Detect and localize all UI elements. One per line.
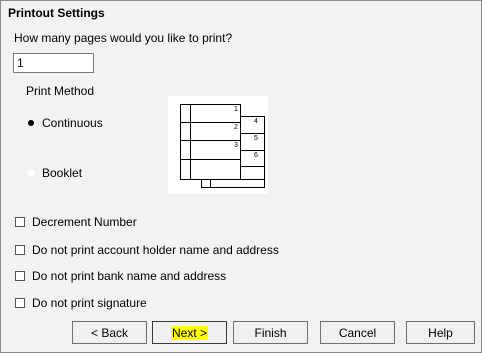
checkbox-label: Do not print account holder name and add… [32,243,279,257]
checkbox-box [15,217,25,227]
checkbox-no-account-holder[interactable]: Do not print account holder name and add… [15,243,279,257]
checkbox-label: Do not print bank name and address [32,269,227,283]
checkbox-label: Decrement Number [32,215,137,229]
back-button[interactable]: < Back [72,321,147,344]
checkbox-box [15,298,25,308]
stack-foot-left [201,179,211,188]
checkbox-box [15,245,25,255]
radio-selected-icon [26,118,36,128]
checkbox-decrement-number[interactable]: Decrement Number [15,215,137,229]
radio-continuous[interactable]: Continuous [26,116,103,130]
stack-foot-right [210,179,265,188]
page-strip-right [240,116,265,180]
print-method-diagram: 1 2 3 4 5 6 [168,96,268,194]
radio-booklet[interactable]: Booklet [26,166,82,180]
continuous-layout-illustration: 1 2 3 4 5 6 [180,104,265,188]
back-button-label: < Back [90,325,129,340]
page-number-6: 6 [254,152,258,159]
printout-settings-dialog: Printout Settings How many pages would y… [0,0,482,353]
page-number-5: 5 [254,135,258,142]
checkbox-label: Do not print signature [32,296,147,310]
next-button-label: Next > [170,325,208,340]
page-number-1: 1 [234,106,238,113]
cancel-button-label: Cancel [338,325,377,340]
checkbox-box [15,271,25,281]
checkbox-no-signature[interactable]: Do not print signature [15,296,147,310]
page-strip-main [180,104,241,180]
pages-question-label: How many pages would you like to print? [14,31,233,45]
radio-unselected-icon [26,168,36,178]
page-number-3: 3 [234,142,238,149]
page-number-4: 4 [254,118,258,125]
radio-booklet-label: Booklet [42,166,83,180]
print-method-label: Print Method [26,84,95,98]
finish-button-label: Finish [254,325,287,340]
next-button[interactable]: Next > [152,321,227,344]
help-button[interactable]: Help [406,321,475,344]
help-button-label: Help [428,325,453,340]
finish-button[interactable]: Finish [233,321,308,344]
pages-count-input[interactable] [13,53,94,73]
page-number-2: 2 [234,124,238,131]
dialog-title: Printout Settings [8,6,105,20]
cancel-button[interactable]: Cancel [320,321,395,344]
checkbox-no-bank-name[interactable]: Do not print bank name and address [15,269,226,283]
radio-continuous-label: Continuous [42,116,103,130]
